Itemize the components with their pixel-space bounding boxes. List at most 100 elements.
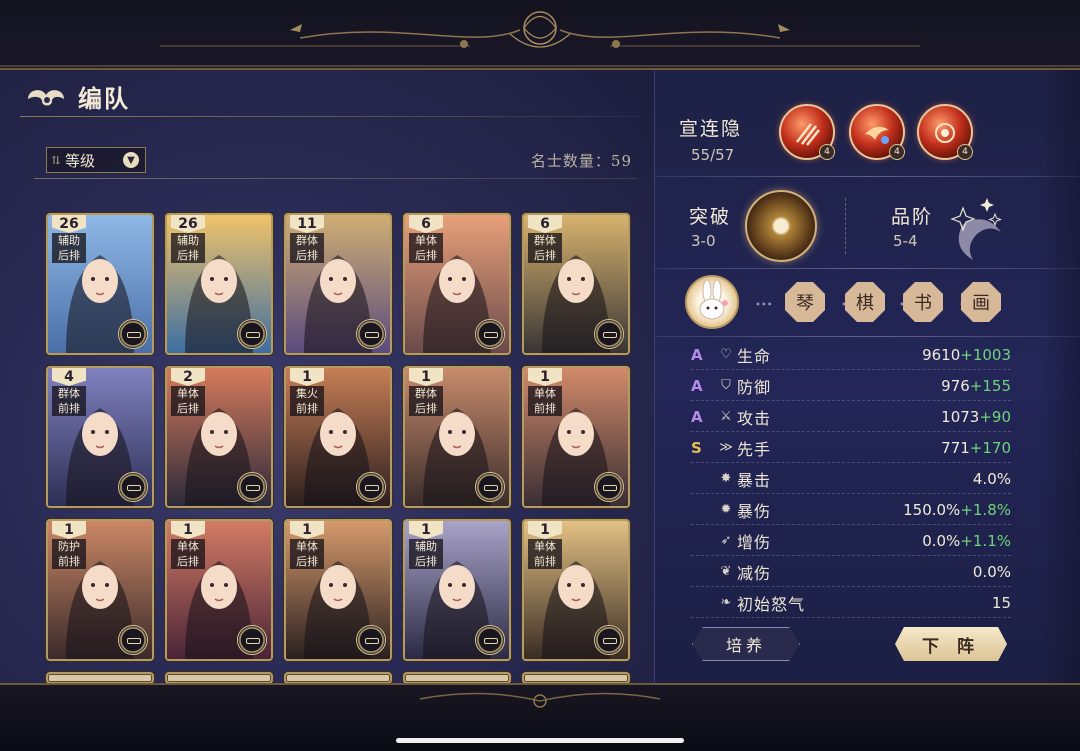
cloud-swirl-icon (28, 90, 64, 106)
hero-card[interactable]: 1 单体 后排 (284, 519, 392, 661)
card-role-position: 前排 (58, 402, 80, 415)
burst-skill-icon (935, 123, 955, 143)
right-edge-shade (1042, 70, 1080, 683)
stat-row: ❦ 减伤 0.0% (691, 557, 1011, 587)
art-qin-button[interactable]: 琴 (785, 282, 825, 322)
card-role-tags: 群体 前排 (52, 386, 86, 416)
sort-dropdown[interactable]: ⇅ 等级 ▼ (46, 147, 146, 173)
card-emblem-icon (118, 472, 148, 502)
stat-value: 771 (941, 438, 970, 457)
card-emblem-icon (118, 625, 148, 655)
hero-name: 宣连隐 (679, 118, 743, 140)
hero-card[interactable]: 1 集火 前排 (284, 366, 392, 508)
hero-card-partial[interactable] (284, 672, 392, 683)
hero-card[interactable]: 1 群体 后排 (403, 366, 511, 508)
stat-value: 976 (941, 376, 970, 395)
stat-row: ❧ 初始怒气 15 (691, 588, 1011, 618)
hero-card[interactable]: 1 单体 前排 (522, 519, 630, 661)
hero-card[interactable]: 26 辅助 后排 (165, 213, 273, 355)
card-role-tags: 群体 后排 (528, 233, 562, 263)
skill-level-badge: 4 (819, 144, 835, 160)
hero-card-partial[interactable] (522, 672, 630, 683)
stat-bonus: +1.8% (960, 500, 1011, 519)
skill-level-badge: 4 (889, 144, 905, 160)
stat-value: 1073 (941, 407, 980, 426)
shield-icon: ⛉ (721, 378, 731, 393)
section-divider (655, 336, 1080, 337)
rank-label: 品阶 (891, 206, 934, 228)
top-ornament-band (0, 0, 1080, 70)
card-role-primary: 单体 (177, 387, 199, 400)
crescent-emblem-icon[interactable] (943, 188, 1007, 268)
card-role-primary: 辅助 (58, 234, 80, 247)
train-button[interactable]: 培养 (692, 627, 800, 661)
hero-card[interactable]: 1 辅助 后排 (403, 519, 511, 661)
stat-grade: A (691, 376, 703, 395)
card-role-tags: 辅助 后排 (409, 539, 443, 569)
card-role-primary: 单体 (177, 540, 199, 553)
page-title: 编队 (78, 83, 130, 113)
card-role-position: 后排 (58, 249, 80, 262)
lotus-ornament-icon (0, 11, 1080, 67)
stat-row: ✹ 暴伤 150.0% +1.8% (691, 495, 1011, 525)
card-emblem-icon (594, 472, 624, 502)
card-role-primary: 群体 (415, 387, 437, 400)
card-role-position: 后排 (177, 249, 199, 262)
card-role-primary: 集火 (296, 387, 318, 400)
card-role-position: 后排 (415, 249, 437, 262)
art-hua-button[interactable]: 画 (961, 282, 1001, 322)
skill-slot-1[interactable]: 4 (779, 104, 835, 160)
card-role-primary: 单体 (534, 540, 556, 553)
card-role-primary: 辅助 (415, 540, 437, 553)
hero-card[interactable]: 6 单体 后排 (403, 213, 511, 355)
stat-value: 9610 (922, 345, 961, 364)
card-role-primary: 单体 (415, 234, 437, 247)
stat-grade: A (691, 407, 703, 426)
art-qi-button[interactable]: 棋 (845, 282, 885, 322)
breakthrough-orb-icon[interactable] (745, 190, 817, 262)
card-role-tags: 单体 前排 (528, 386, 562, 416)
rabbit-icon (699, 279, 728, 320)
sort-label: 等级 (65, 151, 96, 170)
card-role-position: 前排 (296, 402, 318, 415)
section-divider (655, 176, 1080, 177)
flame-skill-icon (865, 126, 889, 144)
roster-count: 名士数量：59 (531, 150, 632, 171)
hero-card[interactable]: 6 群体 后排 (522, 213, 630, 355)
card-emblem-icon (356, 625, 386, 655)
art-shu-button[interactable]: 书 (903, 282, 943, 322)
stat-bonus: +1003 (960, 345, 1011, 364)
sort-arrows-icon: ⇅ (51, 153, 61, 167)
hero-card-partial[interactable] (46, 672, 154, 683)
stat-value: 0.0% (972, 562, 1011, 581)
rabbit-avatar[interactable] (685, 275, 739, 329)
card-emblem-icon (594, 319, 624, 349)
chevron-down-icon: ▼ (123, 152, 139, 168)
skill-slot-2[interactable]: 4 (849, 104, 905, 160)
hero-card[interactable]: 1 单体 前排 (522, 366, 630, 508)
stat-bonus: +155 (969, 376, 1011, 395)
remove-from-team-button[interactable]: 下 阵 (895, 627, 1007, 661)
rank-value: 5-4 (893, 232, 918, 250)
skill-slot-3[interactable]: 4 (917, 104, 973, 160)
hero-card[interactable]: 26 辅助 后排 (46, 213, 154, 355)
hero-card-partial[interactable] (403, 672, 511, 683)
card-role-primary: 辅助 (177, 234, 199, 247)
hero-card-partial[interactable] (165, 672, 273, 683)
speed-icon: ≫ (719, 440, 733, 455)
home-indicator[interactable] (396, 738, 684, 743)
damage-reduce-icon: ❦ (720, 564, 732, 579)
card-role-primary: 群体 (296, 234, 318, 247)
card-role-position: 后排 (534, 249, 556, 262)
card-emblem-icon (356, 319, 386, 349)
title-divider (20, 116, 640, 117)
hero-card[interactable]: 2 单体 后排 (165, 366, 273, 508)
stat-row: A ⛉ 防御 976 +155 (691, 371, 1011, 401)
card-emblem-icon (237, 625, 267, 655)
hero-card[interactable]: 1 单体 后排 (165, 519, 273, 661)
card-emblem-icon (594, 625, 624, 655)
hero-card[interactable]: 4 群体 前排 (46, 366, 154, 508)
card-role-tags: 辅助 后排 (52, 233, 86, 263)
hero-card[interactable]: 11 群体 后排 (284, 213, 392, 355)
hero-card[interactable]: 1 防护 前排 (46, 519, 154, 661)
